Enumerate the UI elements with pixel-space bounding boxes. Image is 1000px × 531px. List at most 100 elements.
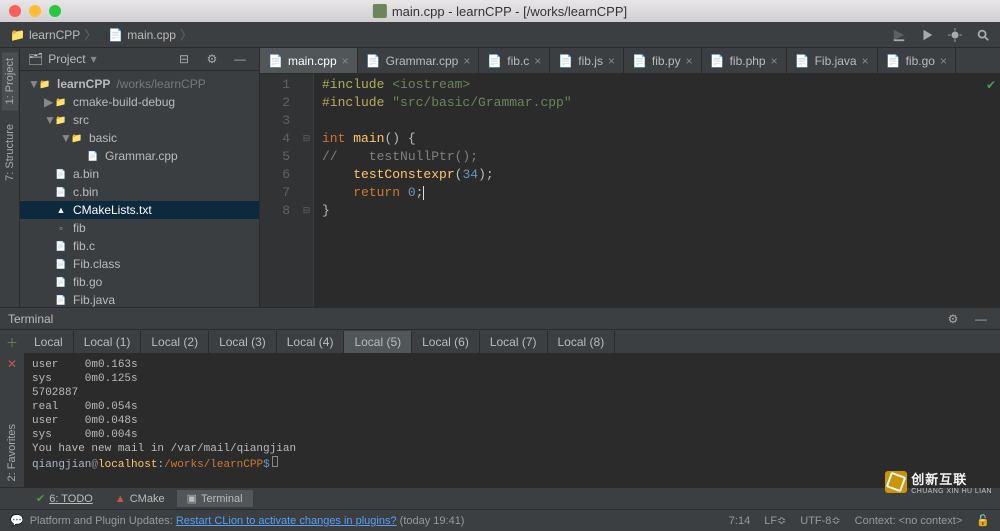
file-icon: 📄 <box>710 54 725 68</box>
cmake-tab[interactable]: ▲CMake <box>105 491 175 507</box>
collapse-all-icon[interactable]: ⊟ <box>173 48 195 70</box>
editor-tab[interactable]: 📄fib.py× <box>624 48 702 73</box>
close-window-button[interactable] <box>9 5 21 17</box>
navigation-bar: 📁learnCPP〉 📄main.cpp〉 <box>0 22 1000 48</box>
close-tab-icon[interactable]: × <box>771 54 778 68</box>
restart-link[interactable]: Restart CLion to activate changes in plu… <box>176 515 397 527</box>
terminal-session-tab[interactable]: Local (8) <box>548 331 616 353</box>
editor-tab[interactable]: 📄Grammar.cpp× <box>358 48 480 73</box>
tree-item[interactable]: 📄c.bin <box>20 183 259 201</box>
run-button[interactable] <box>916 24 938 46</box>
terminal-session-tab[interactable]: Local <box>24 331 74 353</box>
tree-root[interactable]: ▼📁 learnCPP /works/learnCPP <box>20 75 259 93</box>
tree-item[interactable]: ▫fib <box>20 219 259 237</box>
window-title: main.cpp - learnCPP - [/works/learnCPP] <box>373 4 627 19</box>
terminal-tab[interactable]: ▣Terminal <box>177 490 253 507</box>
gear-icon[interactable]: ⚙ <box>201 48 223 70</box>
close-tab-icon[interactable]: × <box>940 54 947 68</box>
breadcrumb-root[interactable]: 📁learnCPP〉 <box>6 24 100 45</box>
structure-tool-tab[interactable]: 7: Structure <box>2 118 18 187</box>
terminal-session-tab[interactable]: Local (4) <box>277 331 345 353</box>
left-tool-gutter: 1: Project 7: Structure <box>0 48 20 307</box>
editor-tab[interactable]: 📄fib.js× <box>550 48 624 73</box>
editor-tab[interactable]: 📄Fib.java× <box>787 48 878 73</box>
line-separator[interactable]: LF≎ <box>764 514 786 527</box>
watermark-logo: 创新互联 CHUANG XIN HU LIAN <box>885 469 992 495</box>
status-message: Platform and Plugin Updates: Restart CLi… <box>30 515 465 527</box>
close-session-icon[interactable]: ✕ <box>7 357 17 371</box>
notification-icon[interactable]: 💬 <box>10 514 24 527</box>
zoom-window-button[interactable] <box>49 5 61 17</box>
build-button[interactable] <box>888 24 910 46</box>
tree-item[interactable]: 📄fib.c <box>20 237 259 255</box>
bottom-tool-tabs: ✔6: TODO ▲CMake ▣Terminal <box>0 487 1000 509</box>
close-tab-icon[interactable]: × <box>463 54 470 68</box>
editor-tab[interactable]: 📄main.cpp× <box>260 48 358 73</box>
hide-panel-icon[interactable]: — <box>229 48 251 70</box>
file-icon: 📄 <box>795 54 810 68</box>
tree-item[interactable]: 📄Grammar.cpp <box>20 147 259 165</box>
close-tab-icon[interactable]: × <box>686 54 693 68</box>
editor-tab[interactable]: 📄fib.go× <box>878 48 956 73</box>
file-icon: 📄 <box>268 54 283 68</box>
tree-item[interactable]: 📄fib.go <box>20 273 259 291</box>
cursor-position[interactable]: 7:14 <box>729 515 750 527</box>
terminal-session-tab[interactable]: Local (6) <box>412 331 480 353</box>
tree-item[interactable]: ▶📁cmake-build-debug <box>20 93 259 111</box>
gear-icon[interactable]: ⚙ <box>942 308 964 330</box>
terminal-title: Terminal <box>8 312 53 326</box>
tree-item[interactable]: ▼📁src <box>20 111 259 129</box>
minimize-window-button[interactable] <box>29 5 41 17</box>
project-tree[interactable]: ▼📁 learnCPP /works/learnCPP ▶📁cmake-buil… <box>20 71 259 307</box>
breadcrumb-file[interactable]: 📄main.cpp〉 <box>104 24 196 45</box>
search-everywhere-button[interactable] <box>972 24 994 46</box>
breadcrumb: 📁learnCPP〉 📄main.cpp〉 <box>6 24 196 45</box>
terminal-session-tab[interactable]: Local (7) <box>480 331 548 353</box>
lock-icon[interactable]: 🔓 <box>976 514 990 527</box>
project-tool-tab[interactable]: 1: Project <box>2 52 18 110</box>
tree-item[interactable]: ▼📁basic <box>20 129 259 147</box>
project-view-icon: 🗂 <box>28 52 43 66</box>
close-tab-icon[interactable]: × <box>608 54 615 68</box>
file-icon: 📄 <box>487 54 502 68</box>
close-tab-icon[interactable]: × <box>534 54 541 68</box>
terminal-session-tab[interactable]: Local (1) <box>74 331 142 353</box>
tree-item[interactable]: 📄a.bin <box>20 165 259 183</box>
tree-item[interactable]: 📄Fib.class <box>20 255 259 273</box>
editor-tab[interactable]: 📄fib.c× <box>479 48 550 73</box>
editor-tabs: 📄main.cpp×📄Grammar.cpp×📄fib.c×📄fib.js×📄f… <box>260 48 1000 74</box>
code-editor[interactable]: 12345678 ⊟ ⊟ #include <iostream> #includ… <box>260 74 1000 307</box>
terminal-session-tab[interactable]: Local (5) <box>344 331 412 353</box>
status-bar: 💬 Platform and Plugin Updates: Restart C… <box>0 509 1000 531</box>
tree-item[interactable]: 📄Fib.java <box>20 291 259 307</box>
favorites-tool-tab[interactable]: 2: Favorites <box>4 418 20 487</box>
text-caret <box>423 186 424 200</box>
tree-item[interactable]: ▲CMakeLists.txt <box>20 201 259 219</box>
project-sidebar: 🗂 Project ▾ ⊟ ⚙ — ▼📁 learnCPP /works/lea… <box>20 48 260 307</box>
code-content[interactable]: #include <iostream> #include "src/basic/… <box>314 74 1000 307</box>
close-tab-icon[interactable]: × <box>342 54 349 68</box>
file-icon: 📄 <box>558 54 573 68</box>
todo-tab[interactable]: ✔6: TODO <box>26 490 103 507</box>
close-tab-icon[interactable]: × <box>862 54 869 68</box>
terminal-toolbar: ＋ ✕ 2: Favorites <box>0 330 24 487</box>
terminal-session-tab[interactable]: Local (2) <box>141 331 209 353</box>
terminal-tabs: LocalLocal (1)Local (2)Local (3)Local (4… <box>24 330 1000 354</box>
terminal-output[interactable]: user 0m0.163ssys 0m0.125s5702887real 0m0… <box>24 354 1000 487</box>
file-icon <box>373 4 387 18</box>
editor-pane: 📄main.cpp×📄Grammar.cpp×📄fib.c×📄fib.js×📄f… <box>260 48 1000 307</box>
new-session-icon[interactable]: ＋ <box>6 334 18 351</box>
file-icon: 📄 <box>632 54 647 68</box>
logo-icon <box>885 471 907 493</box>
analysis-ok-icon: ✔ <box>986 78 996 92</box>
hide-panel-icon[interactable]: — <box>970 308 992 330</box>
chevron-down-icon[interactable]: ▾ <box>91 52 97 66</box>
context-indicator[interactable]: Context: <no context> <box>855 515 963 527</box>
editor-tab[interactable]: 📄fib.php× <box>702 48 787 73</box>
line-number-gutter: 12345678 <box>260 74 300 307</box>
debug-button[interactable] <box>944 24 966 46</box>
file-encoding[interactable]: UTF-8≎ <box>800 514 840 527</box>
macos-titlebar: main.cpp - learnCPP - [/works/learnCPP] <box>0 0 1000 22</box>
terminal-session-tab[interactable]: Local (3) <box>209 331 277 353</box>
fold-gutter[interactable]: ⊟ ⊟ <box>300 74 314 307</box>
